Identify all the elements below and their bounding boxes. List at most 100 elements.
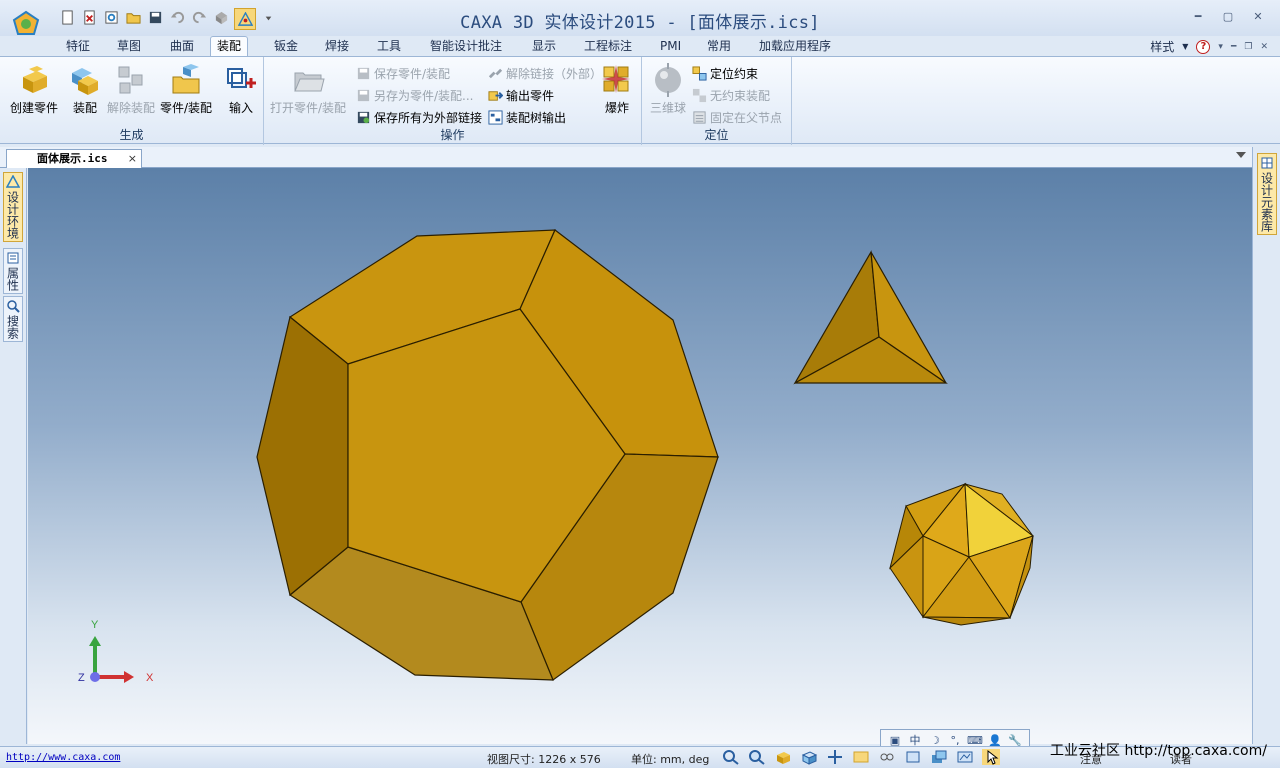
assemble-icon <box>72 68 98 95</box>
export-part-button[interactable]: 输出零件 <box>488 85 554 105</box>
doc-restore-icon[interactable]: ❐ <box>1244 42 1252 52</box>
ribbon: 创建零件 装配 解除装配 零件/装配 输入 生成 打开零件/装配 保存零件/装配 <box>0 56 1280 145</box>
ime-user-icon[interactable]: 👤 <box>987 734 1003 747</box>
tab-search[interactable]: 搜索 <box>3 296 23 342</box>
ime-halfwidth-icon[interactable]: ☽ <box>927 734 943 747</box>
axis-y-label: Y <box>91 619 99 631</box>
caxa-website-link[interactable]: http://www.caxa.com <box>6 752 120 763</box>
create-part-icon <box>23 66 47 93</box>
save-all-external-button[interactable]: 保存所有为外部链接 <box>356 107 482 127</box>
tab-tools[interactable]: 工具 <box>371 38 407 56</box>
zoom-icon[interactable] <box>722 749 740 765</box>
tab-close-icon[interactable]: × <box>128 150 137 167</box>
fix-parent-icon <box>693 110 706 124</box>
doc-close-icon[interactable]: ✕ <box>1260 42 1268 52</box>
export-tree-button[interactable]: 装配树输出 <box>488 107 566 127</box>
properties-icon <box>7 252 19 264</box>
style-dropdown-icon[interactable]: ▼ <box>1182 42 1188 51</box>
ime-punctuation-icon[interactable]: °, <box>947 734 963 747</box>
document-tab-bar: 面体展示.ics × <box>0 147 1252 168</box>
section-view-icon[interactable] <box>904 749 922 765</box>
unlink-external-button[interactable]: 解除链接（外部） <box>488 63 602 83</box>
right-side-panel: 设计元素库 <box>1252 147 1280 744</box>
watermark-text: 工业云社区 http://top.caxa.com/ <box>1050 743 1267 759</box>
position-constraint-button[interactable]: 定位约束 <box>692 63 758 83</box>
help-dropdown-icon[interactable]: ▾ <box>1218 42 1223 52</box>
ime-settings-icon[interactable]: 🔧 <box>1007 734 1023 747</box>
assemble-button[interactable]: 装配 <box>68 63 102 116</box>
disassemble-button[interactable]: 解除装配 <box>107 63 155 116</box>
import-button[interactable]: 输入 <box>224 63 258 116</box>
tab-list-dropdown-icon[interactable] <box>1236 152 1246 158</box>
import-icon <box>227 68 256 88</box>
open-part-button[interactable]: 打开零件/装配 <box>270 63 346 116</box>
unconstrained-icon <box>692 88 707 102</box>
unit-text: 单位: mm, deg <box>631 753 710 766</box>
tab-design-environment[interactable]: 设计环境 <box>3 172 23 242</box>
save-part-icon <box>357 67 370 79</box>
tab-smart-annotation[interactable]: 智能设计批注 <box>424 38 508 56</box>
group-generate-label: 生成 <box>119 128 144 142</box>
document-tab[interactable]: 面体展示.ics × <box>6 149 142 168</box>
unconstrained-assembly-button[interactable]: 无约束装配 <box>692 85 770 105</box>
select-pointer-icon[interactable] <box>982 749 1000 765</box>
tab-properties[interactable]: 属性 <box>3 248 23 294</box>
group-position-label: 定位 <box>704 128 729 142</box>
tab-surface[interactable]: 曲面 <box>164 38 200 56</box>
axis-triad: Y X Z <box>78 619 154 684</box>
tab-engineering-annotation[interactable]: 工程标注 <box>578 38 638 56</box>
tab-pmi[interactable]: PMI <box>654 38 687 56</box>
three-ball-icon <box>655 63 681 97</box>
open-folder-icon <box>294 72 325 92</box>
tab-sketch[interactable]: 草图 <box>111 38 147 56</box>
ime-keyboard-icon[interactable]: ⌨ <box>967 734 983 747</box>
export-part-icon <box>488 90 503 101</box>
tetrahedron-solid[interactable] <box>793 250 948 385</box>
left-side-panel: 设计环境 属性 搜索 <box>0 168 27 744</box>
doc-minimize-icon[interactable]: ━ <box>1231 42 1236 52</box>
tab-assembly[interactable]: 装配 <box>210 36 249 57</box>
tab-display[interactable]: 显示 <box>526 38 562 56</box>
axis-z-label: Z <box>78 672 85 684</box>
3d-viewport[interactable]: Y X Z <box>28 168 1252 744</box>
part-assembly-button[interactable]: 零件/装配 <box>160 63 212 116</box>
three-ball-button[interactable]: 三维球 <box>650 63 686 116</box>
design-env-icon <box>6 175 20 188</box>
position-constraint-icon <box>692 65 707 81</box>
explode-button[interactable]: 爆炸 <box>600 63 634 116</box>
create-part-button[interactable]: 创建零件 <box>10 63 58 116</box>
export-tree-icon <box>488 109 503 125</box>
icosahedron-solid[interactable] <box>889 482 1035 626</box>
ime-logo-icon[interactable]: ▣ <box>887 734 903 747</box>
dodecahedron-solid[interactable] <box>256 229 719 681</box>
search-icon <box>7 300 20 313</box>
save-as-part-button[interactable]: 另存为零件/装配... <box>356 85 474 105</box>
ribbon-tabs: 特征 草图 曲面 装配 钣金 焊接 工具 智能设计批注 显示 工程标注 PMI … <box>0 36 1280 57</box>
library-icon <box>1261 157 1273 169</box>
tab-design-library[interactable]: 设计元素库 <box>1257 153 1277 235</box>
explode-icon <box>602 65 630 93</box>
maximize-icon[interactable]: ▢ <box>1220 10 1236 24</box>
minimize-icon[interactable]: ━ <box>1190 10 1206 24</box>
style-menu[interactable]: 样式 <box>1150 38 1174 55</box>
render-mode-icon[interactable] <box>774 749 792 765</box>
highlight-icon[interactable] <box>852 749 870 765</box>
layers-icon[interactable] <box>930 749 948 765</box>
close-icon[interactable]: ✕ <box>1250 10 1266 24</box>
tab-addins[interactable]: 加载应用程序 <box>753 38 837 56</box>
tab-features[interactable]: 特征 <box>60 38 96 56</box>
help-icon[interactable]: ? <box>1196 39 1211 54</box>
group-position: 三维球 定位约束 无约束装配 固定在父节点 定位 <box>642 57 792 145</box>
tab-common[interactable]: 常用 <box>701 38 737 56</box>
tab-welding[interactable]: 焊接 <box>319 38 355 56</box>
tab-sheet-metal[interactable]: 钣金 <box>268 38 304 56</box>
constraint-display-icon[interactable] <box>878 749 896 765</box>
zoom-window-icon[interactable] <box>748 749 766 765</box>
pan-icon[interactable] <box>826 749 844 765</box>
part-assembly-icon <box>172 64 200 94</box>
fix-parent-button[interactable]: 固定在父节点 <box>692 107 782 127</box>
display-options-icon[interactable] <box>956 749 974 765</box>
view-orientation-icon[interactable] <box>800 749 818 765</box>
save-part-button[interactable]: 保存零件/装配 <box>356 63 450 83</box>
window-title: CAXA 3D 实体设计2015 - [面体展示.ics] <box>460 13 820 33</box>
